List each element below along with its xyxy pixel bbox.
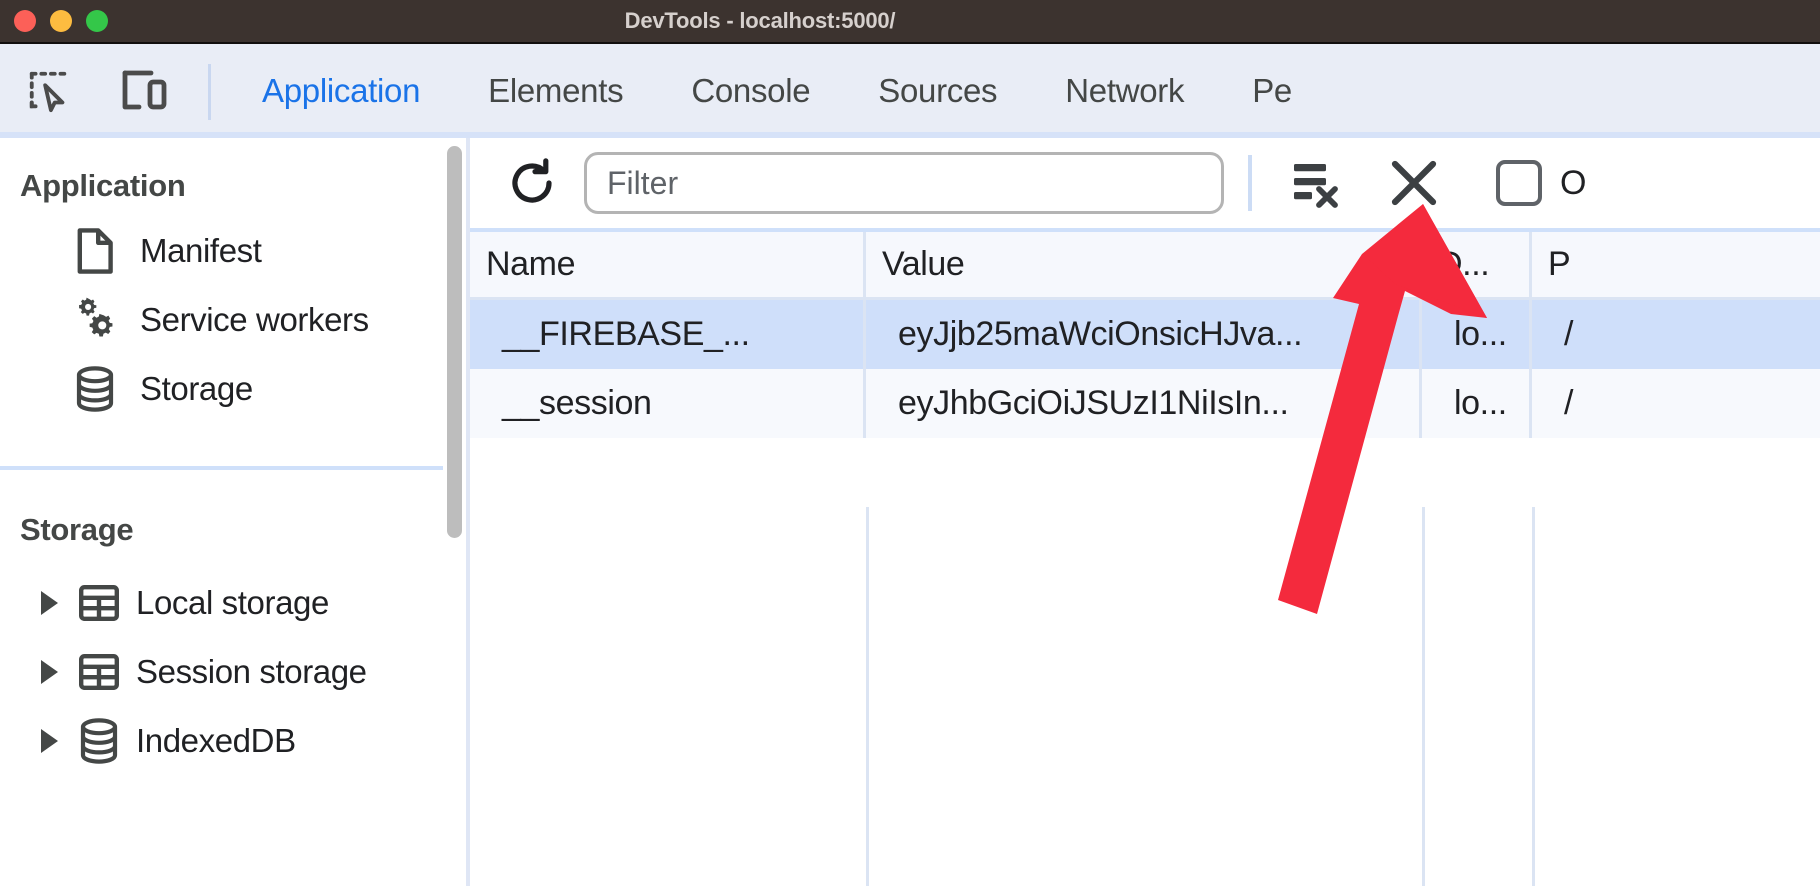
devtools-window: DevTools - localhost:5000/ xyxy=(0,0,1820,886)
column-header-domain[interactable]: D... xyxy=(1422,232,1532,297)
window-title: DevTools - localhost:5000/ xyxy=(0,0,1820,42)
cell-value: eyJjb25maWciOnsicHJva... xyxy=(866,300,1422,369)
title-bar: DevTools - localhost:5000/ xyxy=(0,0,1820,44)
sidebar-item-service-workers[interactable]: Service workers xyxy=(0,285,443,354)
delete-selected-cookie-icon[interactable] xyxy=(1376,145,1452,221)
cookies-toolbar: O xyxy=(470,138,1820,228)
devtools-tool-icons xyxy=(0,44,176,138)
cell-name: __session xyxy=(470,369,866,438)
tab-console-label: Console xyxy=(691,72,810,110)
sidebar-scrollbar-thumb[interactable] xyxy=(447,146,462,538)
only-show-cookies-with-issue-label: O xyxy=(1560,164,1586,203)
sidebar-section-storage-title: Storage xyxy=(0,512,443,548)
device-toolbar-icon[interactable] xyxy=(114,61,176,121)
database-icon xyxy=(72,366,118,412)
table-row[interactable]: __session eyJhbGciOiJSUzI1NiIsIn... lo..… xyxy=(470,369,1820,438)
cell-value: eyJhbGciOiJSUzI1NiIsIn... xyxy=(866,369,1422,438)
sidebar-item-indexeddb-label: IndexedDB xyxy=(136,722,296,760)
tab-application[interactable]: Application xyxy=(228,44,454,138)
cookies-table: Name Value D... P __FIREBASE_... eyJjb25… xyxy=(470,228,1820,886)
sidebar-item-local-storage-label: Local storage xyxy=(136,584,329,622)
clear-all-cookies-icon[interactable] xyxy=(1278,145,1354,221)
chevron-right-icon[interactable] xyxy=(36,588,62,618)
tab-sources-label: Sources xyxy=(878,72,997,110)
cell-name: __FIREBASE_... xyxy=(470,300,866,369)
tab-performance-label: Pe xyxy=(1252,72,1292,110)
tab-network[interactable]: Network xyxy=(1031,44,1218,138)
panel-tabs: Application Elements Console Sources Net… xyxy=(228,44,1326,138)
column-divider[interactable] xyxy=(866,507,869,886)
tab-application-label: Application xyxy=(262,72,420,110)
filter-input[interactable] xyxy=(584,152,1224,214)
cookies-view: O Name Value D... P __FIREBASE_... eyJjb… xyxy=(470,138,1820,886)
application-panel: Application Manifest xyxy=(0,138,1820,886)
sidebar-section-application: Application Manifest xyxy=(0,138,443,423)
cell-domain: lo... xyxy=(1422,300,1532,369)
tab-network-label: Network xyxy=(1065,72,1184,110)
table-row[interactable]: __FIREBASE_... eyJjb25maWciOnsicHJva... … xyxy=(470,300,1820,369)
application-sidebar: Application Manifest xyxy=(0,138,443,886)
tab-console[interactable]: Console xyxy=(657,44,844,138)
document-icon xyxy=(72,228,118,274)
cookies-table-empty-area[interactable] xyxy=(470,507,1820,886)
sidebar-item-manifest-label: Manifest xyxy=(140,232,262,270)
column-divider[interactable] xyxy=(1422,507,1425,886)
column-divider[interactable] xyxy=(1532,507,1535,886)
sidebar-item-manifest[interactable]: Manifest xyxy=(0,216,443,285)
chevron-right-icon[interactable] xyxy=(36,657,62,687)
toolbar-divider xyxy=(208,64,211,120)
table-icon xyxy=(76,580,122,626)
refresh-icon[interactable] xyxy=(494,145,570,221)
devtools-tab-strip: Application Elements Console Sources Net… xyxy=(0,44,1820,138)
inspect-element-icon[interactable] xyxy=(18,61,80,121)
sidebar-item-storage[interactable]: Storage xyxy=(0,354,443,423)
sidebar-item-local-storage[interactable]: Local storage xyxy=(0,568,443,637)
gears-icon xyxy=(72,297,118,343)
sidebar-item-service-workers-label: Service workers xyxy=(140,301,369,339)
cell-path: / xyxy=(1532,300,1820,369)
sidebar-item-session-storage[interactable]: Session storage xyxy=(0,637,443,706)
tab-sources[interactable]: Sources xyxy=(844,44,1031,138)
tab-elements-label: Elements xyxy=(488,72,623,110)
sidebar-section-storage: Storage Local storage xyxy=(0,470,443,775)
cookies-table-header: Name Value D... P xyxy=(470,232,1820,300)
sidebar-item-storage-label: Storage xyxy=(140,370,253,408)
database-icon xyxy=(76,718,122,764)
only-show-cookies-with-issue-checkbox[interactable] xyxy=(1496,160,1542,206)
tab-elements[interactable]: Elements xyxy=(454,44,657,138)
cell-path: / xyxy=(1532,369,1820,438)
column-header-name[interactable]: Name xyxy=(470,232,866,297)
tab-performance[interactable]: Pe xyxy=(1218,44,1326,138)
toolbar-divider xyxy=(1248,155,1252,211)
sidebar-item-indexeddb[interactable]: IndexedDB xyxy=(0,706,443,775)
table-icon xyxy=(76,649,122,695)
column-header-path[interactable]: P xyxy=(1532,232,1820,297)
sidebar-item-session-storage-label: Session storage xyxy=(136,653,367,691)
column-header-value[interactable]: Value xyxy=(866,232,1422,297)
chevron-right-icon[interactable] xyxy=(36,726,62,756)
sidebar-section-application-title: Application xyxy=(0,168,443,204)
cell-domain: lo... xyxy=(1422,369,1532,438)
